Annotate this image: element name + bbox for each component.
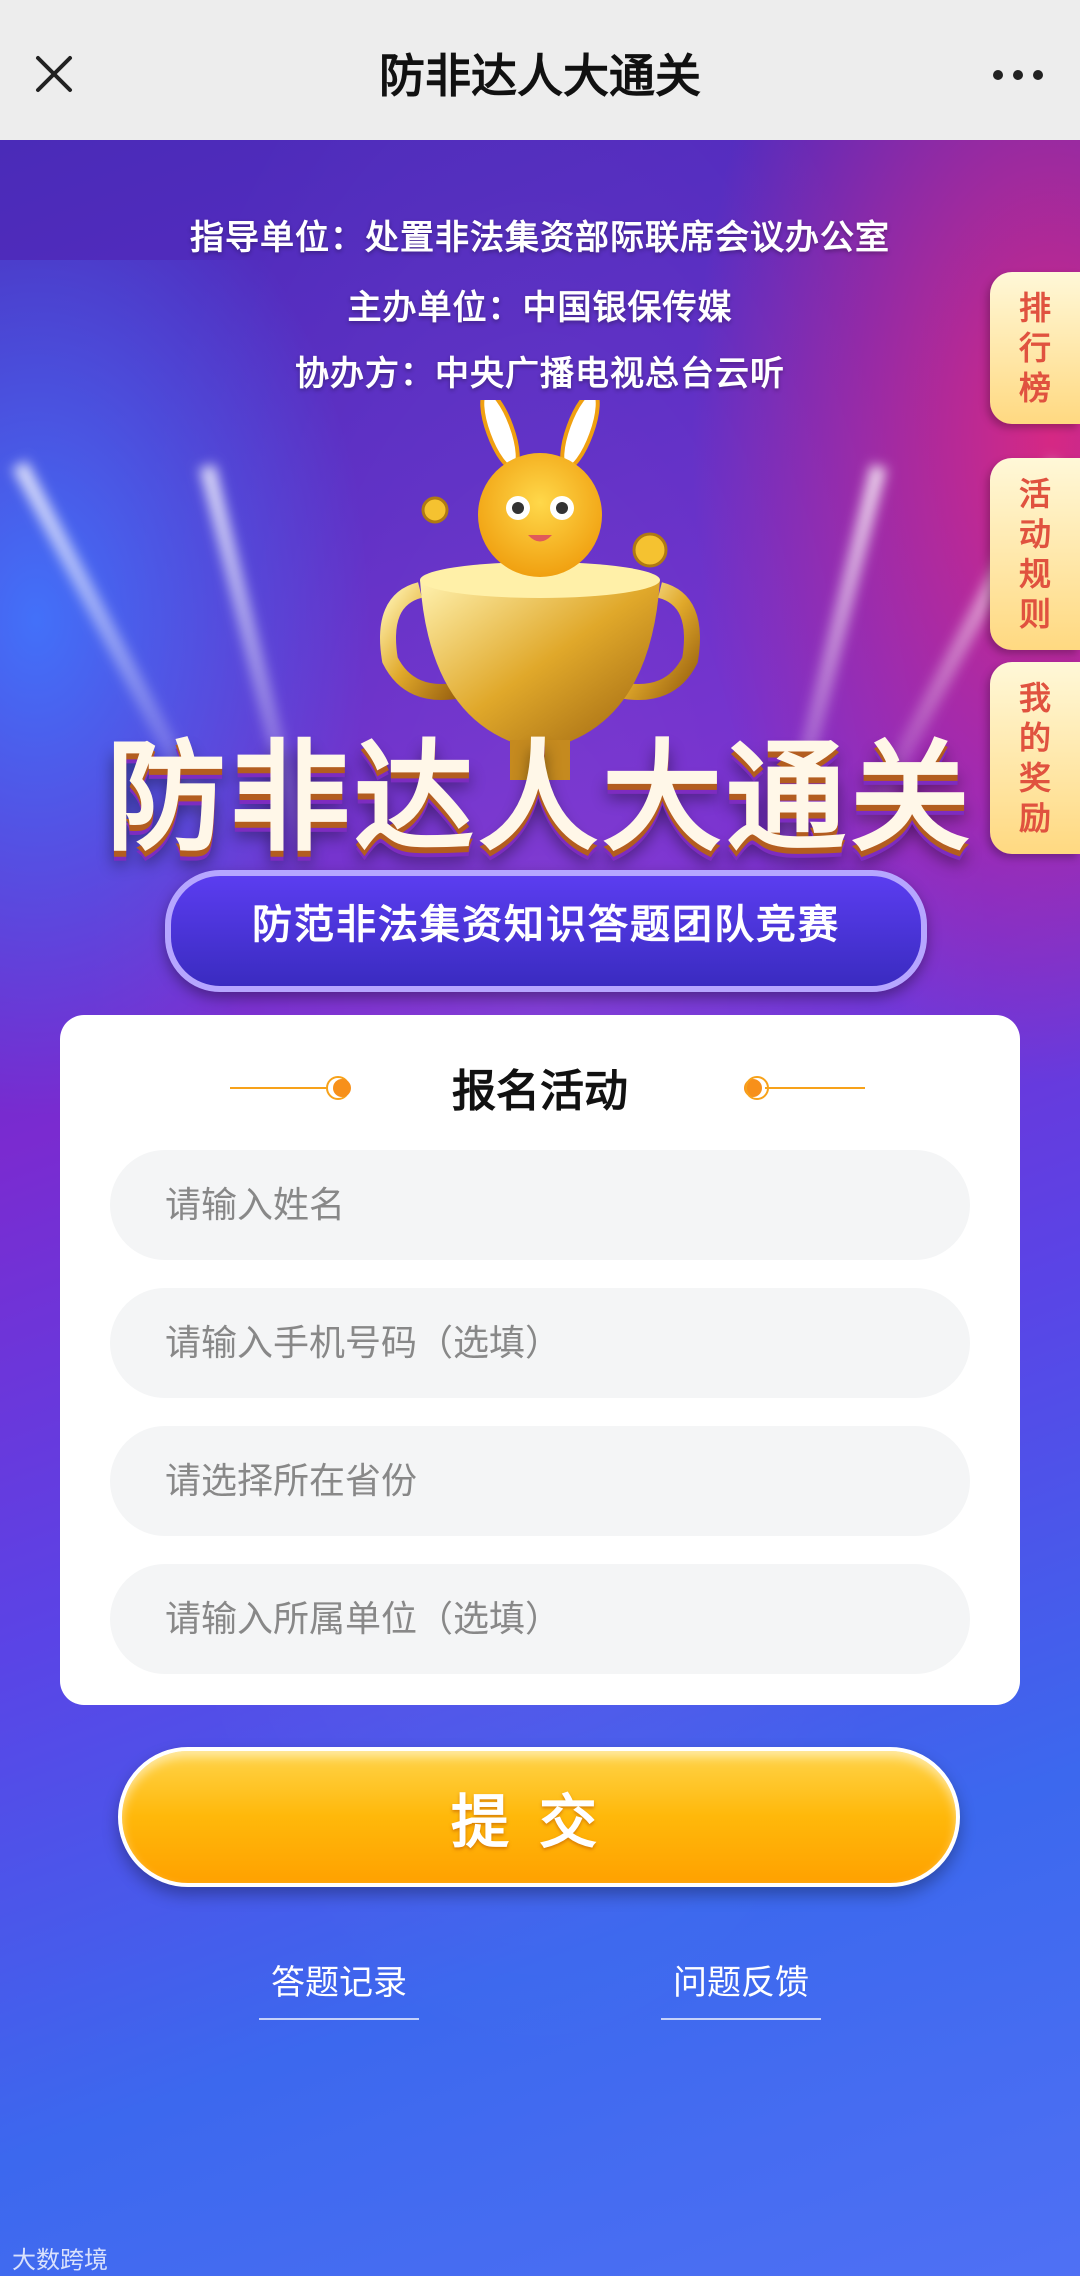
side-tab-char: 我 — [1018, 679, 1051, 717]
more-dots-icon[interactable] — [988, 60, 1048, 90]
side-tab-char: 励 — [1018, 799, 1051, 837]
side-tab-char: 的 — [1018, 719, 1051, 757]
side-tab-char: 排 — [1018, 289, 1051, 327]
signup-card: 报名活动 — [60, 1015, 1020, 1705]
side-tab-char: 奖 — [1018, 759, 1051, 797]
feedback-link[interactable]: 问题反馈 — [661, 1955, 821, 2020]
side-tab-rules[interactable]: 活动规则 — [990, 458, 1080, 650]
side-tab-rewards[interactable]: 我的奖励 — [990, 662, 1080, 854]
page-title: 防非达人大通关 — [379, 49, 701, 103]
watermark: 大数跨境 — [12, 2246, 108, 2274]
organization-input[interactable] — [110, 1564, 970, 1674]
subtitle-banner: 防范非法集资知识答题团队竞赛 — [165, 870, 927, 992]
side-tab-char: 榜 — [1018, 369, 1051, 407]
main-title: 防非达人大通关 — [106, 729, 974, 868]
side-tab-leaderboard[interactable]: 排行榜 — [990, 272, 1080, 424]
province-select[interactable] — [110, 1426, 970, 1536]
side-tab-char: 行 — [1018, 329, 1051, 367]
side-tab-char: 动 — [1018, 515, 1051, 553]
submit-button[interactable]: 提交 — [118, 1747, 960, 1887]
phone-input[interactable] — [110, 1288, 970, 1398]
side-tab-char: 则 — [1018, 595, 1051, 633]
side-tab-char: 活 — [1018, 475, 1051, 513]
co-host-text: 协办方：中央广播电视总台云听 — [295, 354, 785, 394]
side-tab-char: 规 — [1018, 555, 1051, 593]
decor-line-right — [744, 1076, 865, 1100]
answer-records-link[interactable]: 答题记录 — [259, 1955, 419, 2020]
guide-unit-text: 指导单位：处置非法集资部际联席会议办公室 — [190, 218, 890, 258]
form-heading: 报名活动 — [452, 1066, 628, 1117]
name-input[interactable] — [110, 1150, 970, 1260]
host-unit-text: 主办单位：中国银保传媒 — [347, 288, 733, 328]
top-bar: 防非达人大通关 — [0, 0, 1080, 140]
